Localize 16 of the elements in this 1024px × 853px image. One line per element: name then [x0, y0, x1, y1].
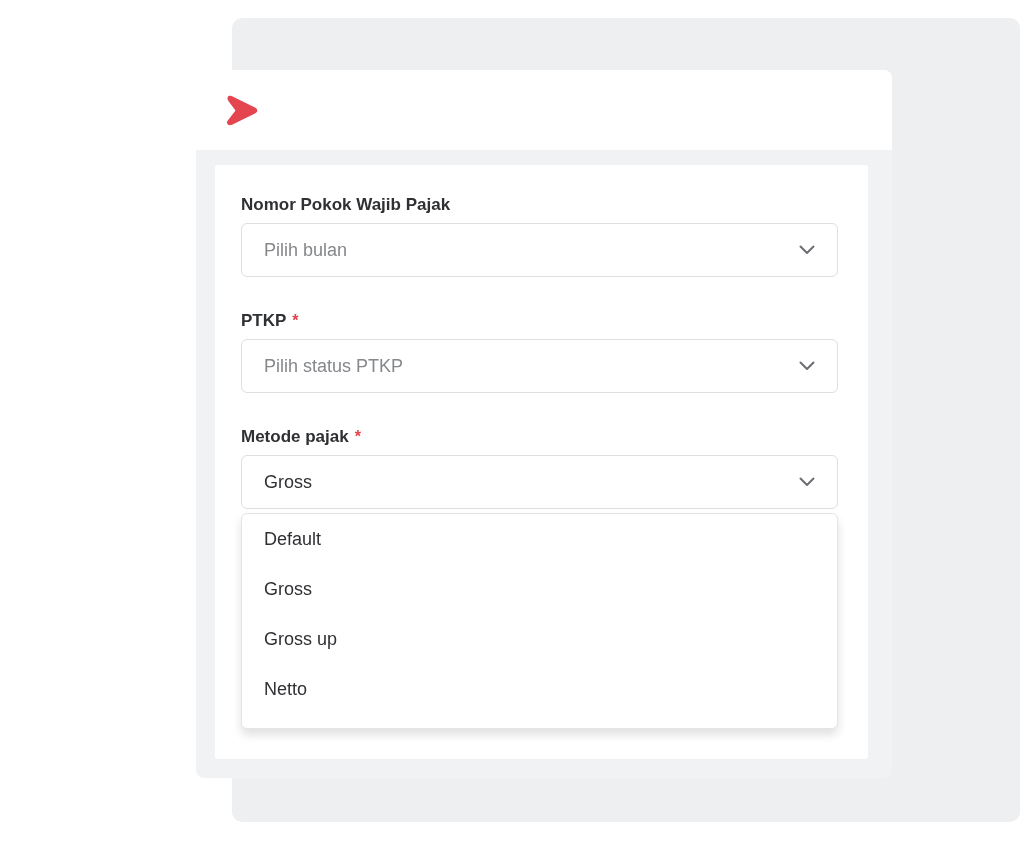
dropdown-option[interactable]: Default — [242, 514, 837, 564]
required-mark: * — [292, 311, 299, 331]
logo-icon — [225, 94, 258, 126]
chevron-down-icon — [799, 477, 815, 487]
field-label: PTKP — [241, 311, 287, 331]
select-field[interactable]: Gross — [241, 455, 838, 509]
chevron-down-icon — [799, 245, 815, 255]
dropdown-option[interactable]: Gross up — [242, 614, 837, 664]
required-mark: * — [354, 427, 361, 447]
select-field[interactable]: Pilih bulan — [241, 223, 838, 277]
select-field[interactable]: Pilih status PTKP — [241, 339, 838, 393]
chevron-down-icon — [799, 361, 815, 371]
field-label: Metode pajak — [241, 427, 349, 447]
field-label: Nomor Pokok Wajib Pajak — [241, 195, 451, 215]
dropdown-option[interactable]: Netto — [242, 664, 837, 714]
dropdown-option[interactable]: Gross — [242, 564, 837, 614]
